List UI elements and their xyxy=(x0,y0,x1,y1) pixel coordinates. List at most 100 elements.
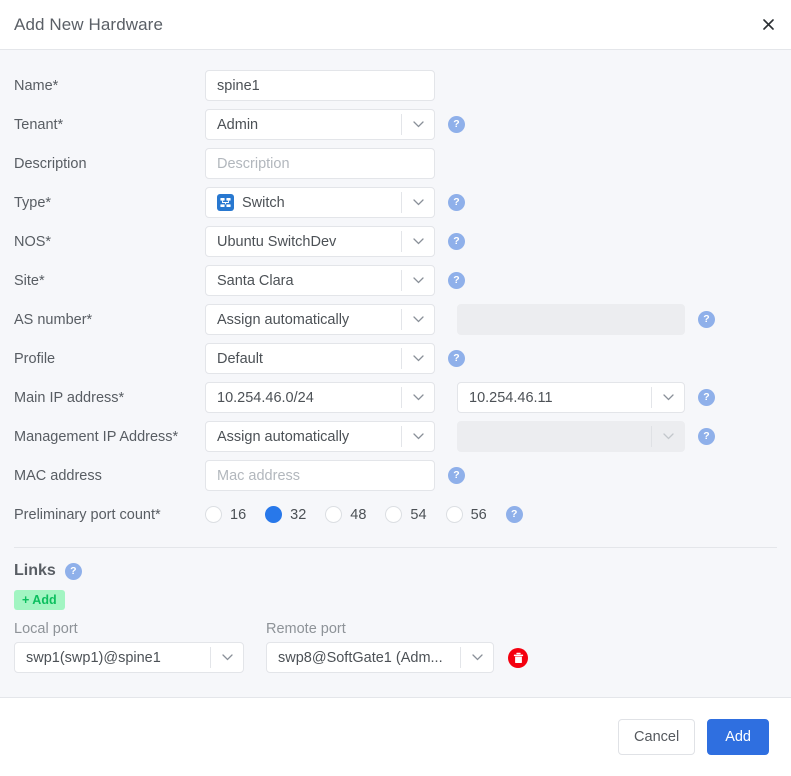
description-input-placeholder: Description xyxy=(217,155,290,172)
form-row-description: Description Description xyxy=(0,144,791,183)
mac-address-input[interactable]: Mac address xyxy=(205,460,435,491)
add-new-hardware-dialog: Add New Hardware Name* spine1 Tenant* Ad… xyxy=(0,0,791,776)
as-number-help-icon[interactable]: ? xyxy=(698,311,715,328)
remote-port-select[interactable]: swp8@SoftGate1 (Adm... xyxy=(266,642,494,673)
radio-option-54[interactable]: 54 xyxy=(385,506,427,523)
dialog-header: Add New Hardware xyxy=(0,0,791,50)
management-ip-help-icon[interactable]: ? xyxy=(698,428,715,445)
radio-label-54: 54 xyxy=(410,506,427,523)
as-number-value-input xyxy=(457,304,685,335)
radio-option-56[interactable]: 56 xyxy=(445,506,487,523)
remote-port-column-header: Remote port xyxy=(266,621,346,637)
add-link-button[interactable]: + Add xyxy=(14,590,65,610)
label-management-ip: Management IP Address* xyxy=(14,428,179,445)
chevron-down-icon[interactable] xyxy=(210,647,243,668)
description-input[interactable]: Description xyxy=(205,148,435,179)
form-row-as-number: AS number* Assign automatically ? xyxy=(0,300,791,339)
port-count-radio-group: 16 32 48 54 56 ? xyxy=(205,506,523,523)
label-profile: Profile xyxy=(14,350,56,367)
main-ip-help-icon[interactable]: ? xyxy=(698,389,715,406)
add-button[interactable]: Add xyxy=(707,719,769,755)
radio-dot-16[interactable] xyxy=(205,506,222,523)
links-section-header: Links ? xyxy=(0,548,791,580)
nos-select-value: Ubuntu SwitchDev xyxy=(217,233,337,250)
chevron-down-icon[interactable] xyxy=(401,348,434,369)
profile-help-icon[interactable]: ? xyxy=(448,350,465,367)
links-help-icon[interactable]: ? xyxy=(64,562,82,580)
dialog-title: Add New Hardware xyxy=(14,14,163,34)
chevron-down-icon[interactable] xyxy=(401,192,434,213)
form-row-main-ip: Main IP address* 10.254.46.0/24 10.254.4… xyxy=(0,378,791,417)
name-input[interactable]: spine1 xyxy=(205,70,435,101)
management-ip-mode-select[interactable]: Assign automatically xyxy=(205,421,435,452)
main-ip-subnet-select[interactable]: 10.254.46.0/24 xyxy=(205,382,435,413)
chevron-down-icon[interactable] xyxy=(401,270,434,291)
link-row: swp1(swp1)@spine1 swp8@SoftGate1 (Adm... xyxy=(0,637,791,673)
radio-option-16[interactable]: 16 xyxy=(205,506,246,523)
radio-label-16: 16 xyxy=(230,506,247,523)
as-number-mode-select[interactable]: Assign automatically xyxy=(205,304,435,335)
label-port-count: Preliminary port count* xyxy=(14,506,161,523)
site-help-icon[interactable]: ? xyxy=(448,272,465,289)
trash-icon[interactable] xyxy=(508,647,528,668)
nos-select[interactable]: Ubuntu SwitchDev xyxy=(205,226,435,257)
label-mac-address: MAC address xyxy=(14,467,102,484)
chevron-down-icon[interactable] xyxy=(460,647,493,668)
management-ip-mode-value: Assign automatically xyxy=(217,428,350,445)
chevron-down-icon[interactable] xyxy=(401,114,434,135)
dialog-body: Name* spine1 Tenant* Admin ? Description… xyxy=(0,50,791,698)
links-column-headers: Local port Remote port xyxy=(0,610,791,637)
tenant-select-value: Admin xyxy=(217,116,259,133)
chevron-down-icon[interactable] xyxy=(401,231,434,252)
label-type: Type* xyxy=(14,194,52,211)
close-icon[interactable] xyxy=(757,14,779,36)
radio-dot-54[interactable] xyxy=(385,506,403,523)
profile-select[interactable]: Default xyxy=(205,343,435,374)
label-nos: NOS* xyxy=(14,233,52,250)
radio-dot-56[interactable] xyxy=(445,506,463,523)
label-as-number: AS number* xyxy=(14,311,93,328)
site-select-value: Santa Clara xyxy=(217,272,294,289)
links-title: Links xyxy=(14,562,56,579)
radio-label-56: 56 xyxy=(470,506,487,523)
label-site: Site* xyxy=(14,272,45,289)
radio-dot-48[interactable] xyxy=(325,506,343,523)
switch-icon xyxy=(217,194,234,211)
form-row-nos: NOS* Ubuntu SwitchDev ? xyxy=(0,222,791,261)
name-input-value: spine1 xyxy=(217,77,260,94)
chevron-down-icon[interactable] xyxy=(401,309,434,330)
remote-port-value: swp8@SoftGate1 (Adm... xyxy=(278,649,443,666)
type-select[interactable]: Switch xyxy=(205,187,435,218)
label-name: Name* xyxy=(14,77,59,94)
tenant-select[interactable]: Admin xyxy=(205,109,435,140)
chevron-down-icon[interactable] xyxy=(651,387,684,408)
form-row-site: Site* Santa Clara ? xyxy=(0,261,791,300)
tenant-help-icon[interactable]: ? xyxy=(448,116,465,133)
label-description: Description xyxy=(14,155,87,172)
type-select-value: Switch xyxy=(242,194,285,211)
radio-option-32[interactable]: 32 xyxy=(265,506,306,523)
port-count-help-icon[interactable]: ? xyxy=(505,506,523,523)
cancel-button[interactable]: Cancel xyxy=(618,719,696,755)
site-select[interactable]: Santa Clara xyxy=(205,265,435,296)
local-port-select[interactable]: swp1(swp1)@spine1 xyxy=(14,642,244,673)
main-ip-address-select[interactable]: 10.254.46.11 xyxy=(457,382,685,413)
label-tenant: Tenant* xyxy=(14,116,64,133)
type-help-icon[interactable]: ? xyxy=(448,194,465,211)
chevron-down-icon xyxy=(651,426,684,447)
nos-help-icon[interactable]: ? xyxy=(448,233,465,250)
radio-option-48[interactable]: 48 xyxy=(325,506,366,523)
form-row-name: Name* spine1 xyxy=(0,66,791,105)
chevron-down-icon[interactable] xyxy=(401,387,434,408)
management-ip-address-select xyxy=(457,421,685,452)
mac-address-help-icon[interactable]: ? xyxy=(448,467,465,484)
label-main-ip: Main IP address* xyxy=(14,389,125,406)
local-port-column-header: Local port xyxy=(14,621,78,637)
radio-dot-32[interactable] xyxy=(265,506,283,523)
radio-label-48: 48 xyxy=(350,506,367,523)
profile-select-value: Default xyxy=(217,350,263,367)
chevron-down-icon[interactable] xyxy=(401,426,434,447)
form-row-port-count: Preliminary port count* 16 32 48 54 56 ? xyxy=(0,495,791,534)
main-ip-address-value: 10.254.46.11 xyxy=(469,389,553,406)
